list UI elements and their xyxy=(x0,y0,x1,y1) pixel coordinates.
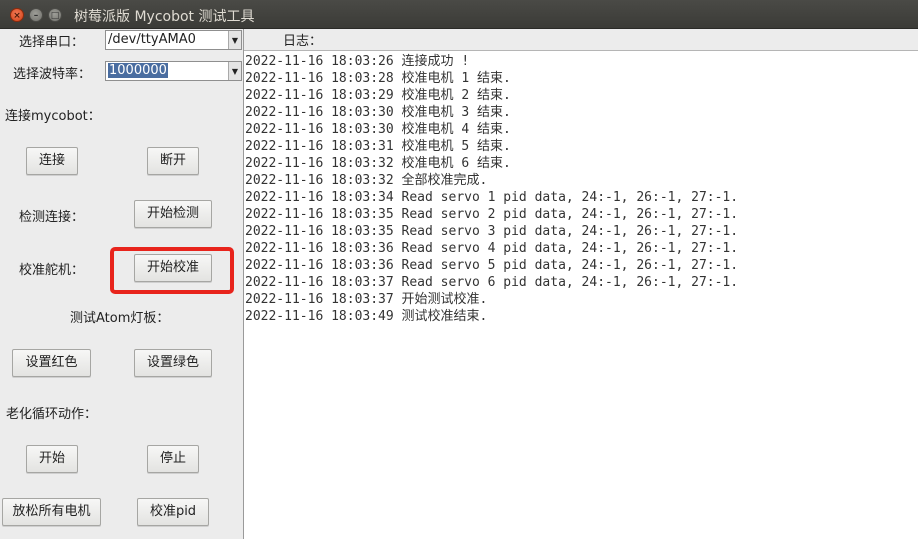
connect-button[interactable]: 连接 xyxy=(26,147,78,175)
close-icon[interactable]: × xyxy=(10,8,24,22)
log-textarea[interactable]: 2022-11-16 18:03:26 连接成功 ! 2022-11-16 18… xyxy=(244,50,918,539)
log-line: 2022-11-16 18:03:35 Read servo 2 pid dat… xyxy=(245,207,739,222)
log-line: 2022-11-16 18:03:37 开始测试校准. xyxy=(245,292,488,307)
aging-stop-button[interactable]: 停止 xyxy=(147,445,199,473)
log-line: 2022-11-16 18:03:30 校准电机 4 结束. xyxy=(245,122,511,137)
calibrate-pid-button[interactable]: 校准pid xyxy=(137,498,209,526)
log-line: 2022-11-16 18:03:32 全部校准完成. xyxy=(245,173,488,188)
window-title: 树莓派版 Mycobot 测试工具 xyxy=(74,9,255,25)
calibrate-highlight-box xyxy=(110,247,234,294)
maximize-icon[interactable]: □ xyxy=(48,8,62,22)
detect-section-label: 检测连接： xyxy=(19,210,85,225)
log-line: 2022-11-16 18:03:31 校准电机 5 结束. xyxy=(245,139,511,154)
log-line: 2022-11-16 18:03:34 Read servo 1 pid dat… xyxy=(245,190,739,205)
serial-port-value: /dev/ttyAMA0 xyxy=(108,32,196,47)
log-line: 2022-11-16 18:03:37 Read servo 6 pid dat… xyxy=(245,275,739,290)
disconnect-button[interactable]: 断开 xyxy=(147,147,199,175)
set-red-button[interactable]: 设置红色 xyxy=(12,349,91,377)
baud-rate-value: 1000000 xyxy=(108,63,168,78)
log-line: 2022-11-16 18:03:49 测试校准结束. xyxy=(245,309,488,324)
log-line: 2022-11-16 18:03:30 校准电机 3 结束. xyxy=(245,105,511,120)
chevron-down-icon[interactable]: ▼ xyxy=(228,31,241,49)
log-line: 2022-11-16 18:03:36 Read servo 5 pid dat… xyxy=(245,258,739,273)
log-line: 2022-11-16 18:03:26 连接成功 ! xyxy=(245,54,470,69)
aging-start-button[interactable]: 开始 xyxy=(26,445,78,473)
set-green-button[interactable]: 设置绿色 xyxy=(134,349,212,377)
chevron-down-icon[interactable]: ▼ xyxy=(228,62,241,80)
log-line: 2022-11-16 18:03:35 Read servo 3 pid dat… xyxy=(245,224,739,239)
aging-section-label: 老化循环动作： xyxy=(6,407,98,422)
calibrate-section-label: 校准舵机： xyxy=(19,263,85,278)
baud-rate-label: 选择波特率： xyxy=(13,67,92,82)
minimize-icon[interactable]: – xyxy=(29,8,43,22)
release-all-motors-button[interactable]: 放松所有电机 xyxy=(2,498,101,526)
log-line: 2022-11-16 18:03:28 校准电机 1 结束. xyxy=(245,71,511,86)
window-titlebar: × – □ 树莓派版 Mycobot 测试工具 xyxy=(0,0,918,29)
baud-rate-select[interactable]: 1000000 ▼ xyxy=(105,61,242,81)
log-label: 日志： xyxy=(283,34,323,49)
connect-section-label: 连接mycobot： xyxy=(5,109,101,124)
start-detect-button[interactable]: 开始检测 xyxy=(134,200,212,228)
serial-port-label: 选择串口： xyxy=(19,35,85,50)
led-section-label: 测试Atom灯板： xyxy=(70,311,170,326)
log-line: 2022-11-16 18:03:32 校准电机 6 结束. xyxy=(245,156,511,171)
log-line: 2022-11-16 18:03:36 Read servo 4 pid dat… xyxy=(245,241,739,256)
serial-port-select[interactable]: /dev/ttyAMA0 ▼ xyxy=(105,30,242,50)
log-line: 2022-11-16 18:03:29 校准电机 2 结束. xyxy=(245,88,511,103)
